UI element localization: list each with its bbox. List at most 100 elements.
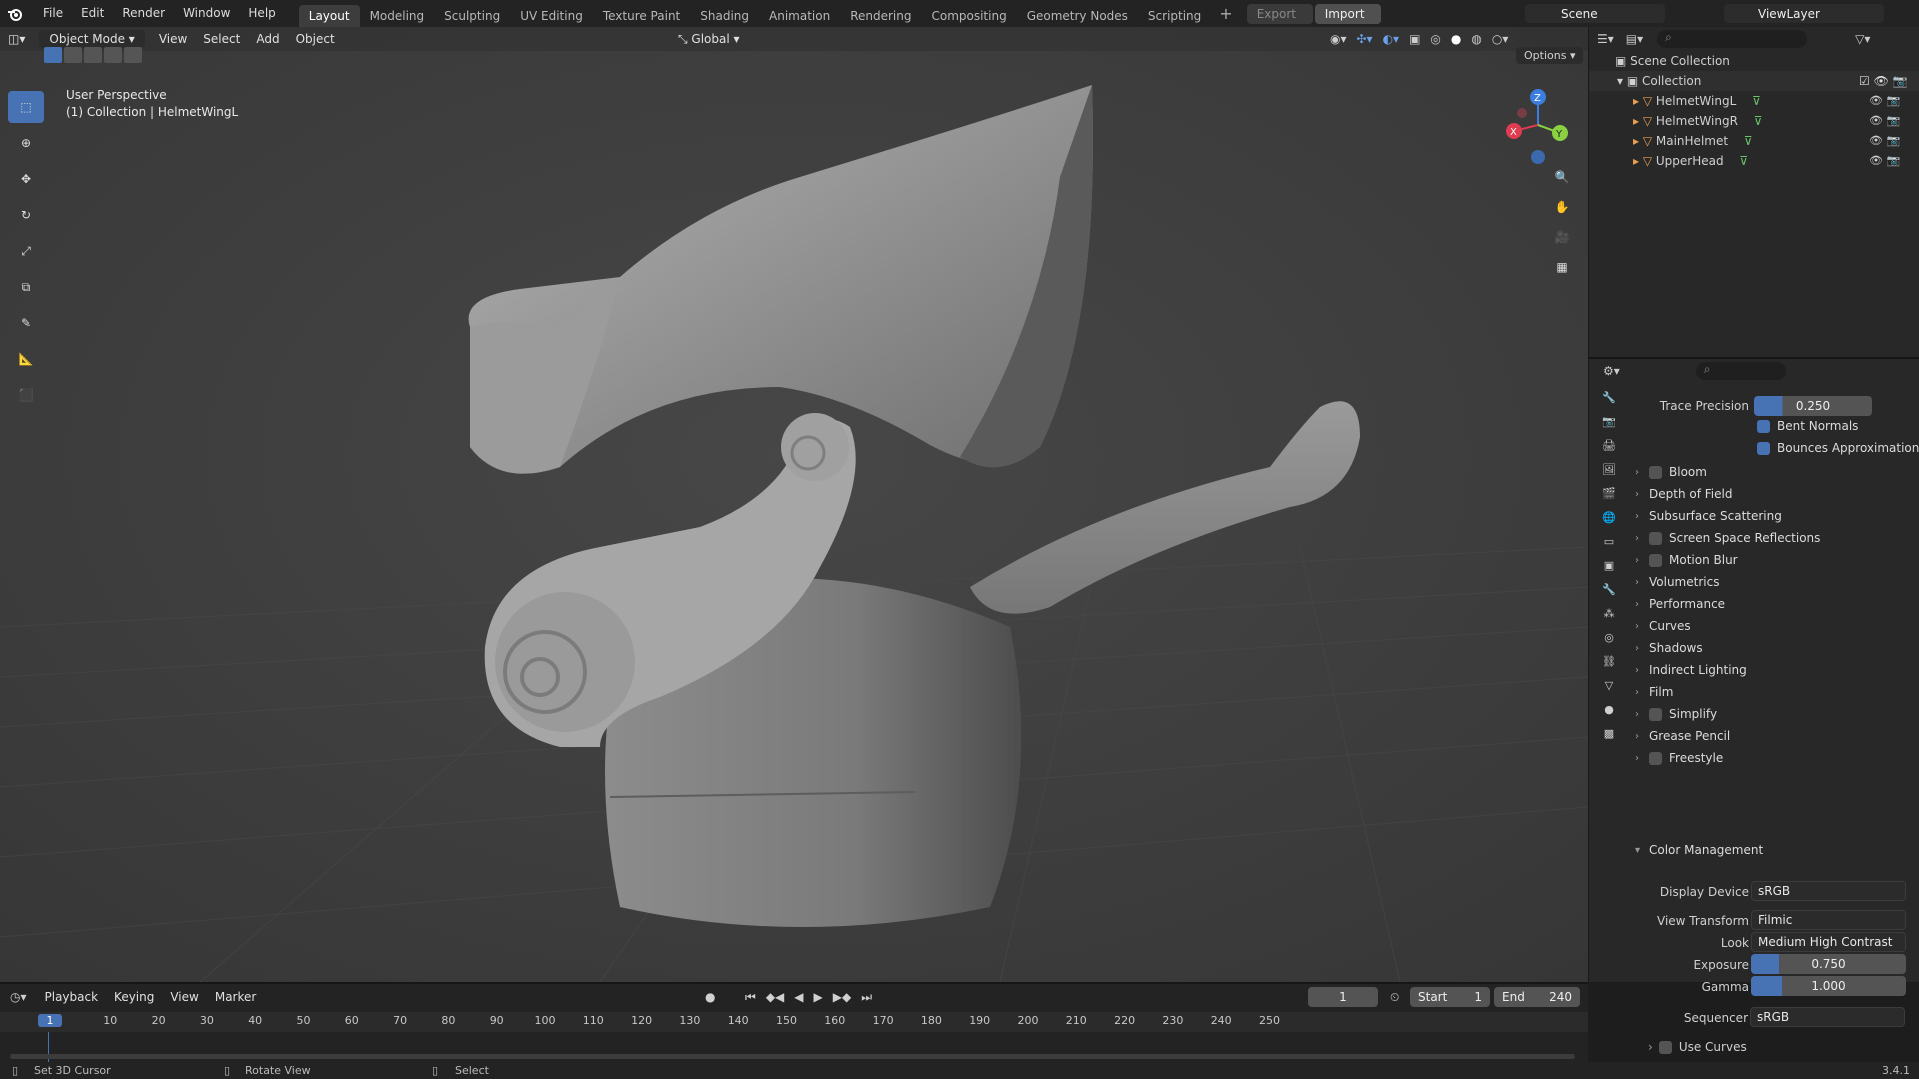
gizmo-icon[interactable]: ✣▾ — [1357, 32, 1373, 46]
overlay-icon[interactable]: ◐▾ — [1383, 32, 1400, 46]
pan-hand-icon[interactable]: ✋ — [1548, 193, 1576, 221]
menu-help[interactable]: Help — [239, 0, 284, 27]
outliner-item[interactable]: ▸ ▽ HelmetWingR ⊽ 👁 📷 — [1589, 111, 1919, 131]
filter-icon[interactable]: ▽▾ — [1855, 32, 1870, 46]
current-frame-indicator[interactable]: 1 — [38, 1014, 62, 1027]
timeline-menu-playback[interactable]: Playback — [37, 985, 107, 1009]
panel-enable-checkbox[interactable] — [1649, 707, 1662, 721]
panel-enable-checkbox[interactable] — [1649, 751, 1662, 765]
texture-props-icon[interactable]: ▩ — [1601, 725, 1617, 741]
annotate-tool-icon[interactable]: ✎ — [8, 307, 44, 339]
viewport-scene[interactable] — [0, 27, 1588, 982]
playhead-line[interactable] — [48, 1032, 49, 1066]
tab-sculpting[interactable]: Sculpting — [434, 5, 510, 27]
output-props-icon[interactable]: 🖨 — [1601, 437, 1617, 453]
transform-tool-icon[interactable]: ⧉ — [8, 271, 44, 303]
import-button[interactable]: Import — [1314, 3, 1381, 24]
preview-range-icon[interactable]: ⏲ — [1390, 990, 1399, 1005]
particles-icon[interactable]: ⁂ — [1601, 605, 1617, 621]
render-props-icon[interactable]: 📷 — [1601, 413, 1617, 429]
exposure-field[interactable]: 0.750 — [1751, 954, 1906, 974]
material-shading-icon[interactable]: ◍ — [1471, 32, 1481, 46]
autokey-record-icon[interactable]: ● — [705, 990, 715, 1004]
add-cube-tool-icon[interactable]: ⬛ — [8, 379, 44, 411]
outliner-item[interactable]: ▸ ▽ HelmetWingL ⊽ 👁 📷 — [1589, 91, 1919, 111]
frame-ruler[interactable]: 1 10 20 30 40 50 60 70 80 90 100 110 120 130 140 150 160… — [0, 1012, 1588, 1066]
menu-window[interactable]: Window — [174, 0, 239, 27]
select-box-tool-icon[interactable]: ⬚ — [8, 91, 44, 123]
rendered-shading-icon[interactable]: ○▾ — [1492, 32, 1509, 46]
sequencer-dropdown[interactable]: sRGB — [1750, 1007, 1905, 1027]
timeline-scrollbar[interactable] — [10, 1054, 1575, 1059]
3d-viewport[interactable]: ◫▾ Object Mode ▾ View Select Add Object ⤡ G… — [0, 27, 1588, 982]
tab-geometry-nodes[interactable]: Geometry Nodes — [1017, 5, 1138, 27]
panel-enable-checkbox[interactable] — [1649, 531, 1662, 545]
add-workspace-icon[interactable]: + — [1219, 4, 1232, 23]
select-intersect-icon[interactable] — [124, 47, 142, 63]
solid-shading-icon[interactable]: ● — [1451, 32, 1461, 46]
panel-enable-checkbox[interactable] — [1649, 465, 1662, 479]
select-extend-icon[interactable] — [64, 47, 82, 63]
physics-icon[interactable]: ◎ — [1601, 629, 1617, 645]
timeline-menu-keying[interactable]: Keying — [106, 985, 162, 1009]
scene-selector[interactable]: Scene — [1525, 4, 1665, 23]
color-management-panel[interactable]: ▾ Color Management — [1635, 837, 1915, 863]
properties-search-input[interactable]: ⌕ — [1695, 362, 1786, 380]
display-device-dropdown[interactable]: sRGB — [1751, 881, 1906, 901]
gamma-field[interactable]: 1.000 — [1751, 976, 1906, 996]
tab-texture-paint[interactable]: Texture Paint — [593, 5, 690, 27]
view-transform-dropdown[interactable]: Filmic — [1751, 910, 1906, 930]
play-reverse-icon[interactable]: ◀ — [794, 990, 803, 1005]
collection-row[interactable]: ▾ ▣ Collection ☑ 👁 📷 — [1589, 71, 1919, 91]
look-dropdown[interactable]: Medium High Contrast — [1751, 932, 1906, 952]
object-props-icon[interactable]: ▣ — [1601, 557, 1617, 573]
prev-keyframe-icon[interactable]: ◆◀ — [766, 990, 784, 1005]
visibility-toggle-icon[interactable]: 👁 📷 — [1869, 151, 1900, 171]
use-curves-panel[interactable]: › Use Curves — [1648, 1040, 1747, 1054]
menu-render[interactable]: Render — [113, 0, 174, 27]
end-frame-field[interactable]: End 240 — [1494, 987, 1580, 1007]
world-props-icon[interactable]: 🌐 — [1601, 509, 1617, 525]
panel-enable-checkbox[interactable] — [1649, 553, 1662, 567]
visibility-toggle-icon[interactable]: 👁 📷 — [1869, 91, 1900, 111]
viewlayer-selector[interactable]: ViewLayer — [1724, 4, 1884, 23]
viewport-menu-object[interactable]: Object — [288, 27, 343, 51]
tab-layout[interactable]: Layout — [298, 5, 360, 27]
tab-shading[interactable]: Shading — [690, 5, 759, 27]
visibility-toggle-icon[interactable]: 👁 📷 — [1869, 131, 1900, 151]
outliner-item[interactable]: ▸ ▽ UpperHead ⊽ 👁 📷 — [1589, 151, 1919, 171]
material-props-icon[interactable]: ● — [1601, 701, 1617, 717]
tab-animation[interactable]: Animation — [759, 5, 840, 27]
rotate-tool-icon[interactable]: ↻ — [8, 199, 44, 231]
viewport-menu-view[interactable]: View — [151, 27, 195, 51]
measure-tool-icon[interactable]: 📐 — [8, 343, 44, 375]
editor-type-icon[interactable]: ◫▾ — [0, 27, 33, 51]
cursor-tool-icon[interactable]: ⊕ — [8, 127, 44, 159]
visibility-icon[interactable]: ◉▾ — [1330, 32, 1347, 46]
tab-compositing[interactable]: Compositing — [921, 5, 1016, 27]
zoom-icon[interactable]: 🔍 — [1548, 163, 1576, 191]
outliner-editor-icon[interactable]: ☰▾ — [1597, 32, 1614, 46]
menu-edit[interactable]: Edit — [72, 0, 113, 27]
tab-scripting[interactable]: Scripting — [1138, 5, 1211, 27]
scene-collection-row[interactable]: ▣ Scene Collection — [1589, 51, 1919, 71]
display-mode-icon[interactable]: ▤▾ — [1626, 32, 1643, 46]
grid-perspective-icon[interactable]: ▦ — [1548, 253, 1576, 281]
move-tool-icon[interactable]: ✥ — [8, 163, 44, 195]
tab-modeling[interactable]: Modeling — [360, 5, 435, 27]
export-button[interactable]: Export — [1246, 3, 1313, 24]
bounces-approx-checkbox[interactable]: Bounces Approximation — [1757, 435, 1919, 461]
panel-freestyle[interactable]: › Freestyle — [1635, 745, 1915, 771]
jump-end-icon[interactable]: ⏭ — [861, 990, 872, 1005]
blender-logo-icon[interactable] — [0, 6, 30, 22]
outliner-search-input[interactable]: ⌕ — [1657, 30, 1808, 48]
transform-orientation-dropdown[interactable]: ⤡ Global ▾ — [670, 27, 748, 51]
scale-tool-icon[interactable]: ⤢ — [8, 235, 44, 267]
xray-icon[interactable]: ▣ — [1409, 32, 1420, 46]
viewport-menu-add[interactable]: Add — [248, 27, 287, 51]
jump-start-icon[interactable]: ⏮ — [745, 990, 756, 1005]
mode-dropdown[interactable]: Object Mode ▾ — [39, 30, 145, 48]
wireframe-shading-icon[interactable]: ◎ — [1430, 32, 1440, 46]
tool-props-icon[interactable]: 🔧 — [1601, 389, 1617, 405]
play-icon[interactable]: ▶ — [814, 990, 823, 1005]
